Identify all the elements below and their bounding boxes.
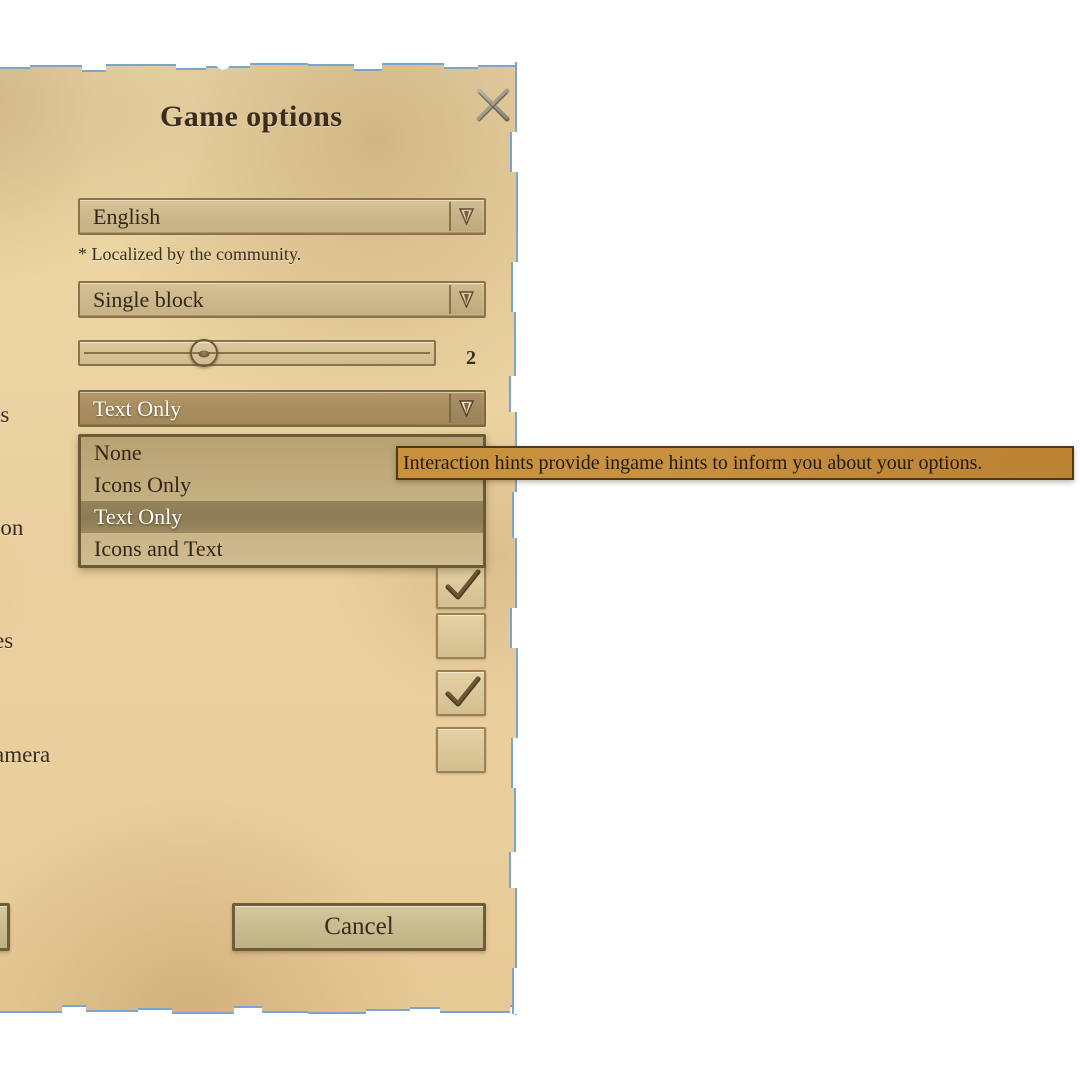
checkbox-checked[interactable] [436, 563, 486, 609]
clipped-setting-label: es [0, 628, 14, 653]
interaction-hints-value: Text Only [93, 395, 182, 421]
chevron-down-icon[interactable] [449, 394, 482, 423]
language-select[interactable]: English [78, 198, 486, 235]
interaction-hints-select[interactable]: Text Only [78, 390, 486, 427]
checkbox-checked[interactable] [436, 670, 486, 716]
page-title: Game options [160, 100, 343, 133]
block-mode-select[interactable]: Single block [78, 281, 486, 318]
check-icon [445, 569, 481, 600]
checkbox-unchecked[interactable] [436, 613, 486, 659]
language-note: * Localized by the community. [78, 244, 302, 264]
slider-value: 2 [466, 347, 476, 369]
checkbox-unchecked[interactable] [436, 727, 486, 773]
panel-torn-bottom-edge [0, 1002, 520, 1016]
panel-torn-right-edge [508, 62, 520, 1015]
close-icon[interactable] [472, 84, 514, 126]
slider-rail [84, 352, 430, 354]
interaction-hints-label: ts [0, 402, 10, 427]
tooltip-text: Interaction hints provide ingame hints t… [403, 451, 983, 474]
accept-button[interactable] [0, 903, 10, 951]
check-icon [445, 676, 481, 707]
dropdown-option[interactable]: Text Only [81, 501, 483, 533]
language-value: English [93, 203, 161, 229]
block-mode-value: Single block [93, 286, 204, 312]
clipped-setting-label: ion [0, 515, 24, 540]
slider-knob[interactable] [189, 339, 218, 367]
dropdown-option[interactable]: Icons and Text [81, 533, 483, 565]
screen: Game options English * Localized by the … [0, 0, 1080, 1080]
tooltip: Interaction hints provide ingame hints t… [396, 446, 1074, 480]
value-slider[interactable] [78, 339, 436, 367]
chevron-down-icon[interactable] [449, 285, 482, 314]
cancel-button[interactable]: Cancel [232, 903, 486, 951]
chevron-down-icon[interactable] [449, 202, 482, 231]
clipped-setting-label: amera [0, 742, 51, 767]
panel-torn-top-edge [0, 61, 520, 75]
